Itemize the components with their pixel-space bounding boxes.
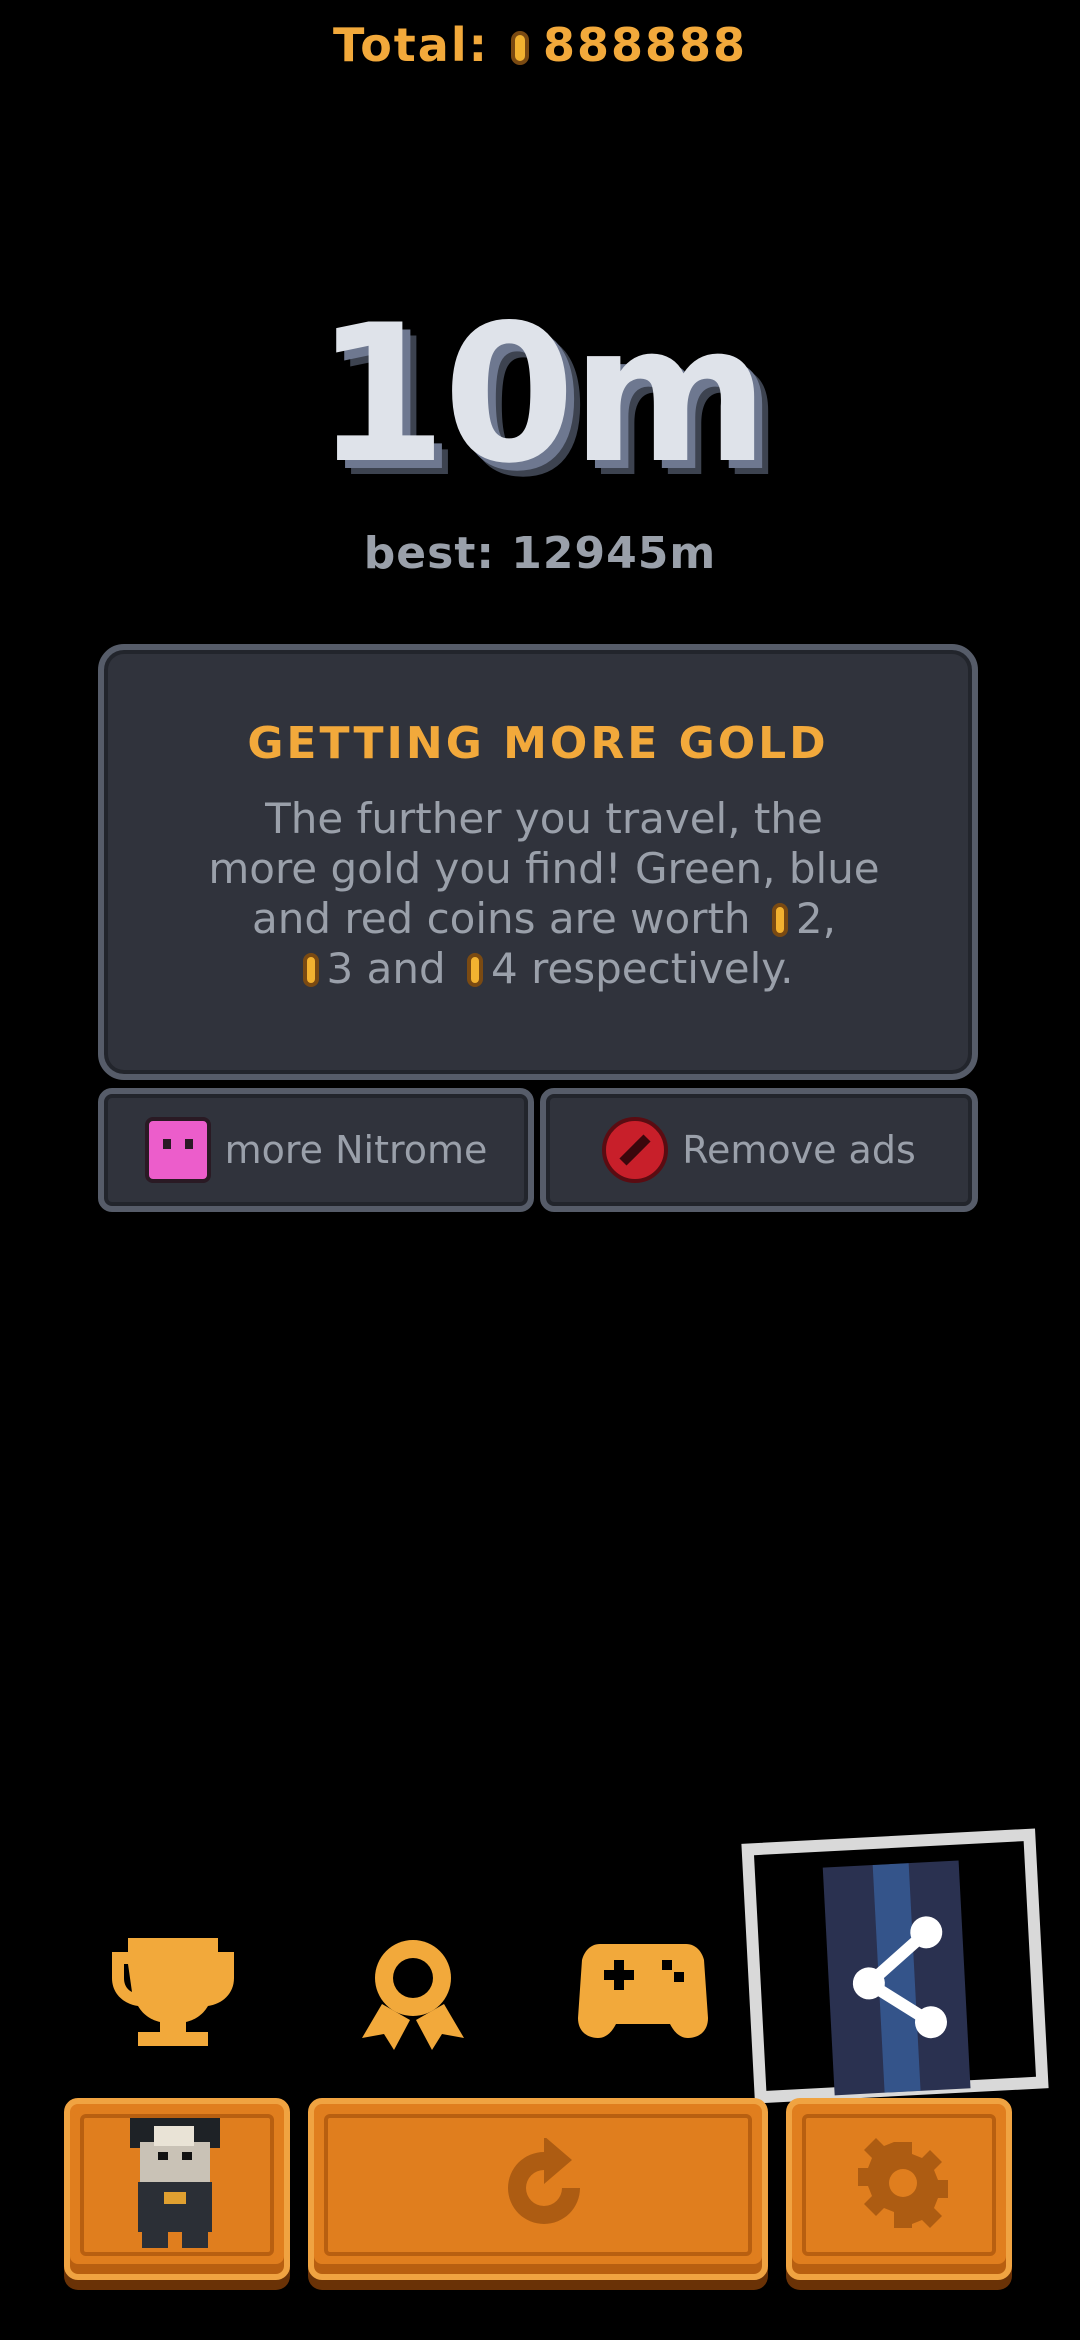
badge-icon[interactable] [348, 1930, 478, 2050]
tip-panel: GETTING MORE GOLD The further you travel… [98, 644, 978, 1080]
restart-icon [508, 2138, 580, 2224]
best-score: best: 12945m [363, 528, 717, 579]
nitrome-face-icon [144, 1117, 211, 1183]
total-gold: Total: 888888 [0, 18, 1080, 72]
tip-line-3: and red coins are worth 2, [144, 894, 944, 944]
total-value: 888888 [543, 18, 748, 72]
share-icon [852, 1863, 947, 2093]
tip-line-2: more gold you find! Green, blue [208, 844, 880, 893]
no-ads-icon [602, 1117, 669, 1183]
tip-line-4b: 4 respectively. [491, 944, 794, 993]
coin-icon [511, 31, 530, 65]
tip-line-4a: 3 and [326, 944, 446, 993]
character-button[interactable] [64, 2098, 290, 2280]
tip-line-3b: 2, [795, 894, 836, 943]
distance-score: 10m [314, 284, 769, 505]
more-nitrome-label: more Nitrome [224, 1128, 488, 1172]
tip-line-4: 3 and 4 respectively. [144, 944, 944, 994]
settings-icon [858, 2138, 948, 2228]
tip-body: The further you travel, the more gold yo… [144, 794, 944, 994]
tip-line-1: The further you travel, the [265, 794, 823, 843]
screenshot-thumbnail [822, 1860, 971, 2096]
remove-ads-label: Remove ads [682, 1128, 916, 1172]
share-screenshot-button[interactable] [741, 1828, 1049, 2104]
more-nitrome-button[interactable]: more Nitrome [98, 1088, 534, 1212]
settings-button[interactable] [786, 2098, 1012, 2280]
coin-icon [467, 953, 483, 987]
coin-icon [771, 903, 788, 937]
coin-icon [302, 953, 319, 987]
tip-title: GETTING MORE GOLD [247, 718, 829, 769]
total-label: Total: [332, 18, 490, 72]
remove-ads-button[interactable]: Remove ads [540, 1088, 978, 1212]
trophy-icon[interactable] [108, 1930, 238, 2050]
restart-button[interactable] [308, 2098, 768, 2280]
character-icon [130, 2118, 220, 2248]
gamepad-icon[interactable] [578, 1930, 708, 2050]
tip-line-3a: and red coins are worth [252, 894, 751, 943]
